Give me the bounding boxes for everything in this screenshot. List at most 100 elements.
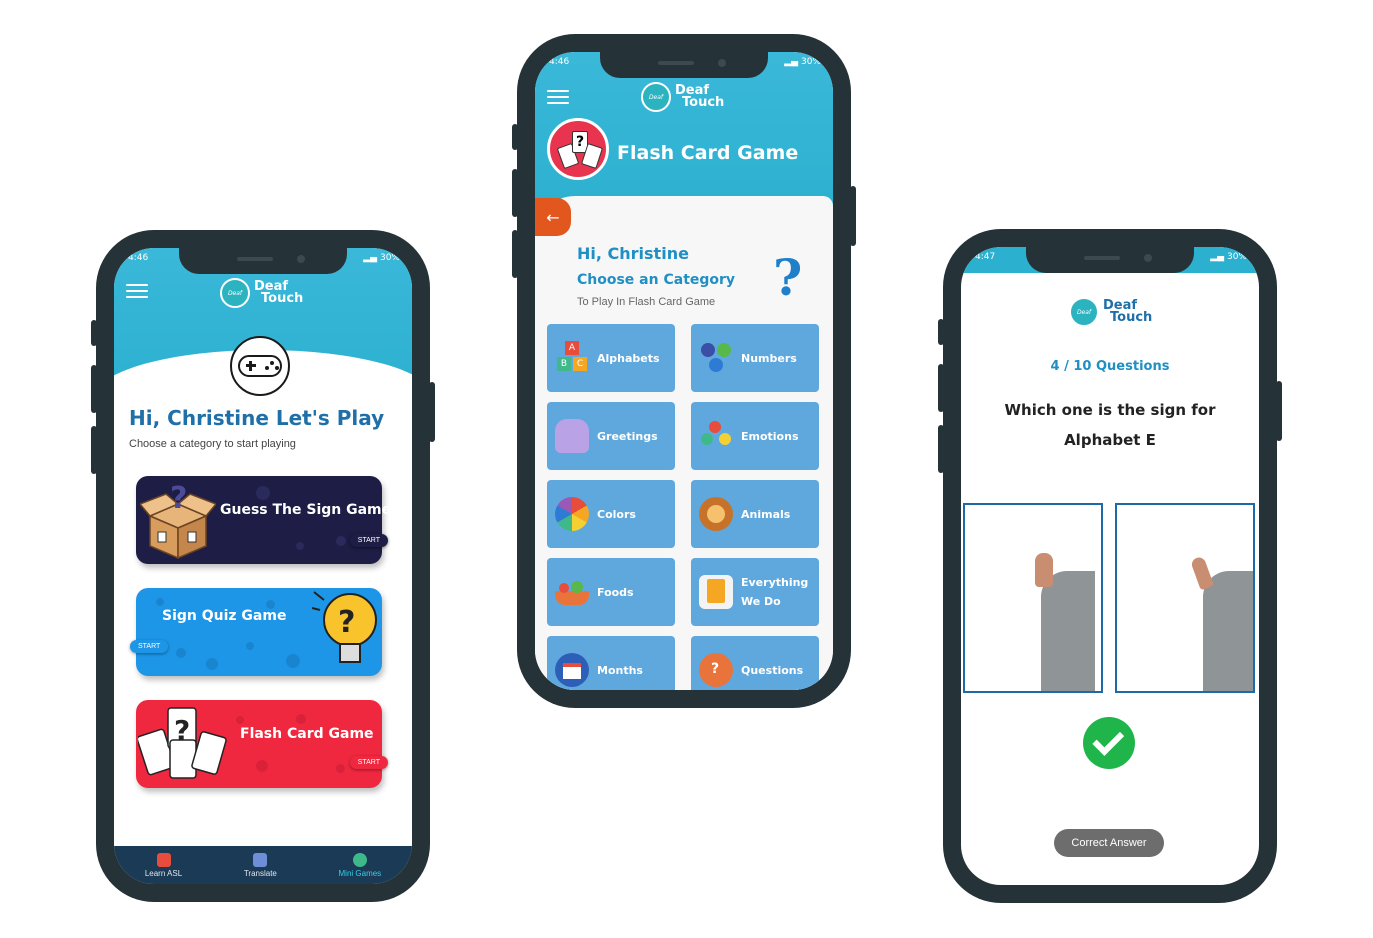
battery-percent: 30% — [1226, 252, 1247, 262]
choose-category-subtitle: To Play In Flash Card Game — [577, 296, 716, 308]
status-time: 4:46 — [128, 253, 149, 263]
back-button[interactable]: ← — [535, 198, 571, 236]
translate-icon — [253, 852, 268, 867]
svg-text:?: ? — [338, 605, 355, 640]
phone-side-button — [91, 365, 97, 413]
app-logo: Deaf Deaf Touch — [641, 82, 724, 112]
question-line1: Which one is the sign for — [1004, 401, 1216, 419]
arrow-left-icon: ← — [546, 207, 560, 227]
category-months[interactable]: Months — [547, 636, 675, 690]
flash-cards-icon: ? — [138, 707, 227, 779]
status-time: 4:47 — [975, 252, 996, 262]
screen: 4:47 ▂▄ 30% Deaf Deaf Touch 4 / 10 Quest… — [961, 247, 1259, 885]
phone-notch — [179, 248, 347, 274]
logo-badge-icon: Deaf — [641, 82, 671, 112]
battery-percent: 30% — [379, 253, 400, 263]
question-line2: Alphabet E — [1064, 431, 1156, 449]
mystery-box-icon: ? — [140, 481, 216, 560]
app-logo: Deaf Deaf Touch — [220, 278, 303, 308]
emotions-icon — [699, 419, 733, 453]
phone-mini-games: 4:46 ▂▄ 30% Deaf Deaf Touch Hi, Christin… — [91, 230, 435, 902]
question-text: Which one is the sign for Alphabet E — [961, 395, 1259, 455]
book-icon — [156, 852, 171, 867]
nav-translate[interactable]: Translate — [243, 852, 277, 878]
food-basket-icon — [555, 575, 589, 609]
phone-side-button — [512, 230, 518, 278]
answer-option-1[interactable] — [963, 503, 1103, 693]
logo-line2: Touch — [682, 95, 725, 110]
question-bubble-icon: ? — [699, 653, 733, 687]
screen: 4:46 ▂▄ 30% Deaf Deaf Touch ? Flash Card… — [535, 52, 833, 690]
category-animals[interactable]: Animals — [691, 480, 819, 548]
phone-side-button — [512, 169, 518, 217]
bottom-nav: Learn ASL Translate Mini Games — [114, 846, 412, 884]
page-title: Hi, Christine Let's Play — [129, 406, 385, 430]
logo-text: Deaf Touch — [254, 280, 303, 305]
category-alphabets[interactable]: ABC Alphabets — [547, 324, 675, 392]
category-label: Questions — [741, 663, 804, 677]
phone-side-button — [938, 425, 944, 473]
flash-cards-icon: ? — [547, 118, 609, 180]
sign-hand-image — [1189, 555, 1215, 591]
screen: 4:46 ▂▄ 30% Deaf Deaf Touch Hi, Christin… — [114, 248, 412, 884]
category-label: Numbers — [741, 351, 797, 365]
logo-badge-icon: Deaf — [1069, 297, 1099, 327]
category-numbers[interactable]: Numbers — [691, 324, 819, 392]
logo-text: Deaf Touch — [675, 84, 725, 110]
category-colors[interactable]: Colors — [547, 480, 675, 548]
logo-text: Deaf Touch — [1103, 299, 1152, 324]
category-label: Months — [597, 663, 643, 677]
sign-image-arm — [1203, 571, 1253, 691]
phone-notch — [600, 52, 768, 78]
greeting: Hi, Christine — [577, 244, 689, 263]
game-title: Sign Quiz Game — [162, 608, 287, 624]
status-battery: ▂▄ 30% — [1210, 252, 1247, 262]
answer-option-2[interactable] — [1115, 503, 1255, 693]
category-foods[interactable]: Foods — [547, 558, 675, 626]
category-label-line1: Everything — [741, 576, 809, 589]
nav-label: Learn ASL — [144, 868, 183, 878]
nav-label: Translate — [243, 868, 277, 878]
waving-hand-icon — [555, 419, 589, 453]
battery-percent: 30% — [800, 57, 821, 67]
question-progress: 4 / 10 Questions — [1050, 359, 1170, 374]
nav-learn-asl[interactable]: Learn ASL — [144, 852, 183, 878]
category-label: Animals — [741, 507, 791, 521]
phone-side-button — [512, 124, 518, 150]
category-emotions[interactable]: Emotions — [691, 402, 819, 470]
phone-side-button — [91, 426, 97, 474]
logo-badge-icon: Deaf — [220, 278, 250, 308]
category-greetings[interactable]: Greetings — [547, 402, 675, 470]
category-label: Everything We Do — [741, 573, 808, 611]
game-card-guess-the-sign[interactable]: ? Guess The Sign Game START — [136, 476, 391, 564]
color-wheel-icon — [555, 497, 589, 531]
phone-flash-card: 4:46 ▂▄ 30% Deaf Deaf Touch ? Flash Card… — [512, 34, 856, 708]
svg-text:?: ? — [170, 481, 187, 516]
start-button[interactable]: START — [349, 534, 388, 547]
category-label: Colors — [597, 507, 636, 521]
phone-notch — [1026, 247, 1194, 273]
category-everything-we-do[interactable]: Everything We Do — [691, 558, 819, 626]
game-title: Flash Card Game — [240, 726, 374, 742]
phone-side-button — [91, 320, 97, 346]
category-label: Greetings — [597, 429, 658, 443]
gamepad-icon — [230, 336, 290, 396]
correct-answer-badge: Correct Answer — [1054, 829, 1164, 857]
category-label: Foods — [597, 585, 634, 599]
game-title: Guess The Sign Game — [220, 502, 392, 518]
status-battery: ▂▄ 30% — [784, 57, 821, 67]
category-questions[interactable]: ? Questions — [691, 636, 819, 690]
abc-blocks-icon: ABC — [555, 341, 589, 375]
category-label: Emotions — [741, 429, 799, 443]
start-button[interactable]: START — [349, 756, 388, 769]
nav-mini-games[interactable]: Mini Games — [339, 852, 381, 878]
status-battery: ▂▄ 30% — [363, 253, 400, 263]
start-button[interactable]: START — [130, 640, 169, 653]
game-card-flash-card[interactable]: ? Flash Card Game START — [136, 700, 388, 788]
menu-icon[interactable] — [547, 90, 569, 104]
clipboard-icon — [699, 575, 733, 609]
page-title: Flash Card Game — [617, 142, 799, 164]
page-subtitle: Choose a category to start playing — [129, 438, 296, 450]
game-card-sign-quiz[interactable]: Sign Quiz Game START ? — [130, 588, 382, 676]
menu-icon[interactable] — [126, 284, 148, 298]
